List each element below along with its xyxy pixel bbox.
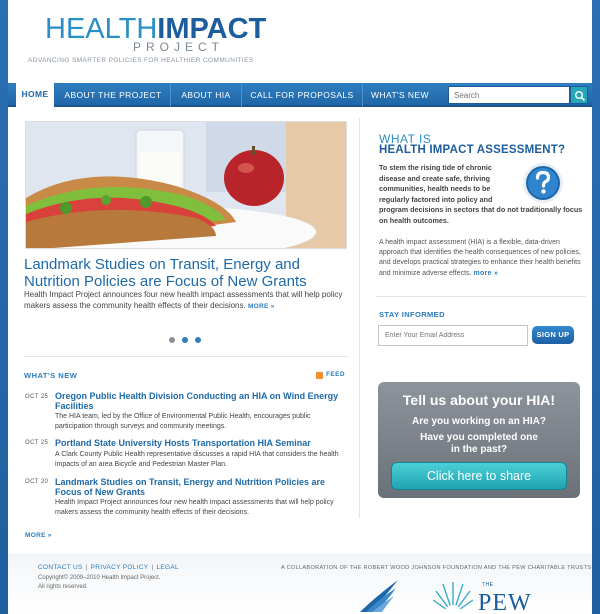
footer-contact-link[interactable]: CONTACT US — [38, 564, 83, 571]
copyright: Copyright© 2009–2010 Health Impact Proje… — [38, 574, 188, 591]
news-title[interactable]: Landmark Studies on Transit, Energy and … — [55, 477, 345, 497]
email-field[interactable] — [378, 325, 528, 346]
search-input[interactable] — [448, 86, 570, 104]
stay-informed-title: STAY INFORMED — [379, 310, 445, 319]
question-mark-icon — [522, 162, 564, 204]
nav-about-hia[interactable]: ABOUT HIA — [171, 83, 242, 107]
hia-more-link[interactable]: more » — [473, 270, 498, 277]
divider — [24, 356, 349, 357]
carousel-dot-1[interactable] — [169, 337, 175, 343]
column-divider — [359, 118, 360, 518]
hero-image[interactable] — [25, 121, 347, 249]
feed-link[interactable]: FEED — [326, 371, 345, 378]
nav-whats-new[interactable]: WHAT'S NEW — [363, 83, 437, 107]
hia-body: A health impact assessment (HIA) is a fl… — [379, 238, 585, 279]
pew-logo-text[interactable]: PEW — [478, 590, 532, 614]
hia-heading: HEALTH IMPACT ASSESSMENT? — [379, 144, 566, 156]
footer-legal-link[interactable]: LEGAL — [156, 564, 178, 571]
footer-privacy-link[interactable]: PRIVACY POLICY — [91, 564, 149, 571]
footer-separator: | — [151, 564, 154, 571]
share-hia-question-2a: Have you completed one — [420, 432, 538, 443]
pew-logo-the: THE — [482, 582, 494, 588]
carousel-dots — [169, 337, 209, 345]
footer-links: CONTACT US | PRIVACY POLICY | LEGAL — [38, 564, 179, 571]
share-hia-panel: Tell us about your HIA! Are you working … — [378, 382, 580, 498]
nav-call-for-proposals[interactable]: CALL FOR PROPOSALS — [242, 83, 363, 107]
share-hia-question-2b: in the past? — [450, 444, 508, 455]
collaboration-note: A COLLABORATION OF THE ROBERT WOOD JOHNS… — [281, 565, 592, 571]
footer-separator: | — [85, 564, 88, 571]
nav-home[interactable]: HOME — [16, 81, 54, 107]
carousel-dot-3[interactable] — [195, 337, 201, 343]
divider — [376, 296, 586, 297]
tagline: ADVANCING SMARTER POLICIES FOR HEALTHIER… — [28, 57, 254, 64]
whats-new-title: WHAT'S NEW — [24, 371, 78, 380]
news-title[interactable]: Oregon Public Health Division Conducting… — [55, 391, 345, 411]
hia-lead-text-cont: program decisions in sectors that do not… — [379, 205, 583, 225]
hero-description: Health Impact Project announces four new… — [24, 289, 350, 312]
rss-feed-icon[interactable] — [316, 372, 323, 379]
news-title[interactable]: Portland State University Hosts Transpor… — [55, 438, 345, 448]
rwjf-logo-icon[interactable] — [356, 578, 400, 614]
news-body: The HIA team, led by the Office of Envir… — [55, 413, 311, 430]
news-date: OCT 20 — [25, 479, 49, 485]
signup-button[interactable]: SIGN UP — [532, 326, 574, 344]
news-body: Health Impact Project announces four new… — [55, 499, 334, 516]
news-date: OCT 25 — [25, 394, 49, 400]
hero-more-link[interactable]: MORE » — [248, 303, 275, 310]
share-button[interactable]: Click here to share — [391, 462, 567, 490]
copyright-line: Copyright© 2009–2010 Health Impact Proje… — [38, 575, 161, 581]
pew-sunburst-icon[interactable] — [432, 578, 474, 614]
share-hia-heading: Tell us about your HIA! — [402, 392, 556, 408]
news-body: A Clark County Public Health representat… — [55, 451, 339, 468]
whats-new-more-link[interactable]: MORE » — [25, 532, 52, 539]
hero-description-text: Health Impact Project announces four new… — [24, 290, 343, 310]
nav-about-project[interactable]: ABOUT THE PROJECT — [56, 83, 171, 107]
search-button[interactable] — [570, 86, 588, 104]
rights-line: All rights reserved. — [38, 583, 88, 590]
carousel-dot-2[interactable] — [182, 337, 188, 343]
logo-subtitle: PROJECT — [133, 40, 225, 54]
hia-lead-text: To stem the rising tide of chronic disea… — [379, 163, 493, 204]
search-icon — [575, 91, 586, 102]
sandwich-photo-icon — [26, 122, 346, 248]
news-date: OCT 25 — [25, 440, 49, 446]
page: HEALTHIMPACT PROJECT ADVANCING SMARTER P… — [8, 0, 592, 614]
share-hia-question-1: Are you working on an HIA? — [412, 416, 546, 427]
header: HEALTHIMPACT PROJECT ADVANCING SMARTER P… — [8, 0, 592, 82]
hero-title[interactable]: Landmark Studies on Transit, Energy and … — [24, 256, 344, 290]
main-nav: HOME ABOUT THE PROJECT ABOUT HIA CALL FO… — [8, 81, 592, 107]
